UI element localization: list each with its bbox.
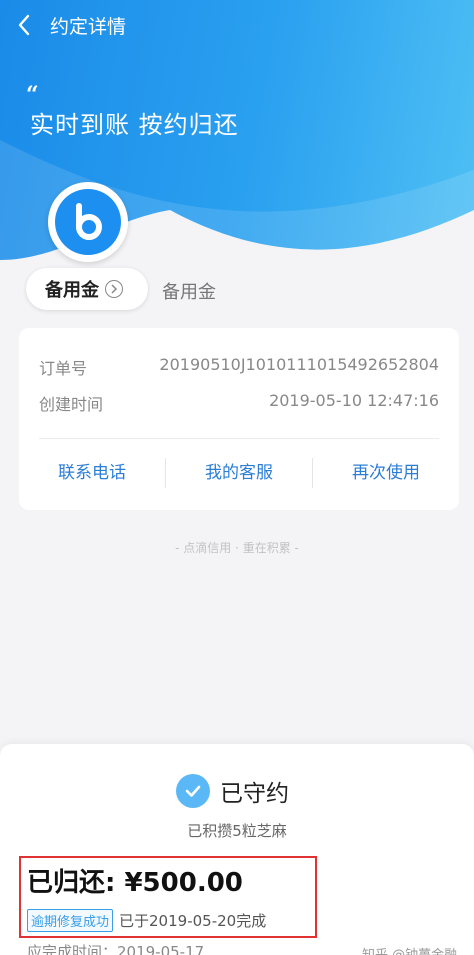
overdue-repair-badge: 逾期修复成功 [27, 909, 114, 932]
repair-status-line: 逾期修复成功 已于2019-05-20完成 [27, 909, 266, 932]
product-logo [48, 182, 128, 262]
credit-tagline: - 点滴信用 · 重在积累 - [175, 541, 299, 555]
product-logo-badge [55, 189, 121, 255]
b-logo-icon [76, 203, 102, 240]
watermark-text: 知乎 @钟薑金融 [362, 944, 457, 955]
back-button[interactable] [2, 0, 46, 50]
product-subname: 备用金 [162, 282, 216, 303]
hero-slogan: 实时到账 按约归还 [30, 111, 239, 139]
due-date-text: 应完成时间：2019-05-17 [27, 943, 205, 955]
check-circle-icon [176, 774, 210, 808]
created-time-row: 创建时间 2019-05-10 12:47:16 [39, 391, 439, 415]
product-name: 备用金 [45, 280, 99, 301]
completion-date-text: 已于2019-05-20完成 [119, 912, 267, 930]
order-actions: 联系电话 我的客服 再次使用 [19, 458, 459, 488]
contact-phone-button[interactable]: 联系电话 [19, 458, 165, 488]
use-again-button[interactable]: 再次使用 [313, 458, 459, 488]
chevron-left-icon [18, 14, 30, 36]
product-name-button[interactable]: 备用金 [26, 268, 148, 310]
order-number-row: 订单号 20190510J101011101549265280​4 [39, 355, 439, 379]
created-time-label: 创建时间 [39, 395, 104, 414]
chevron-right-circle-icon [105, 280, 123, 298]
created-time-value: 2019-05-10 12:47:16 [269, 391, 439, 410]
status-header: 已守约 [176, 774, 289, 808]
customer-service-button[interactable]: 我的客服 [166, 458, 312, 488]
order-number-label: 订单号 [39, 359, 88, 378]
order-info-card: 订单号 20190510J101011101549265280​4 创建时间 2… [19, 328, 459, 510]
sesame-points-text: 已积攒5粒芝麻 [187, 822, 287, 840]
repaid-amount: 已归还: ¥500.00 [27, 868, 243, 898]
status-title: 已守约 [220, 781, 289, 807]
status-sheet: 已守约 已积攒5粒芝麻 已归还: ¥500.00 逾期修复成功 已于2019-0… [0, 744, 474, 955]
order-number-value: 20190510J101011101549265280​4 [159, 355, 439, 374]
divider [39, 438, 439, 439]
top-navigation-bar: 约定详情 [0, 0, 474, 50]
page-title: 约定详情 [50, 15, 127, 38]
